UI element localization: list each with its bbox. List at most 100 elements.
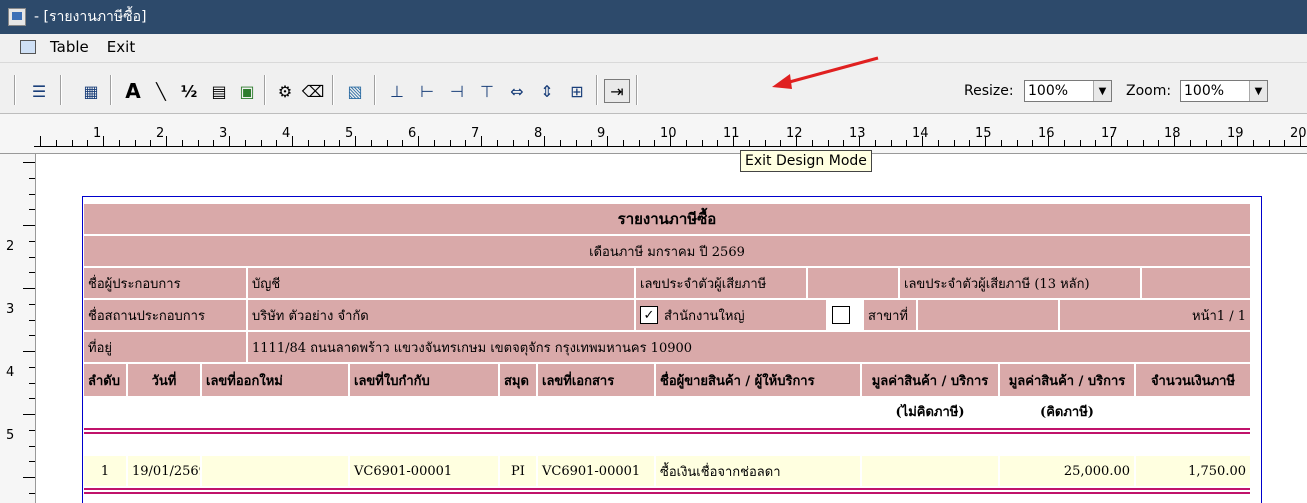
menu-exit[interactable]: Exit — [107, 38, 135, 56]
resize-select[interactable]: 100% ▼ — [1024, 80, 1112, 102]
image-tool-icon[interactable]: ▣ — [234, 79, 260, 103]
toolbar-separator — [110, 75, 112, 105]
row-rule — [84, 488, 1250, 490]
column-header-seq[interactable]: ลำดับ — [84, 364, 126, 396]
ruler-tick — [29, 209, 35, 211]
ruler-number: 17 — [1101, 126, 1118, 141]
design-canvas[interactable]: รายงานภาษีซื้อ เดือนภาษี มกราคม ปี 2569 … — [36, 154, 1307, 503]
taxid-label[interactable]: เลขประจำตัวผู้เสียภาษี — [636, 268, 806, 298]
chevron-down-icon[interactable]: ▼ — [1093, 81, 1111, 101]
ruler-tick — [544, 136, 545, 146]
field-tool-icon[interactable]: ▤ — [206, 79, 232, 103]
ruler-tick — [323, 140, 325, 146]
preview-icon[interactable]: ▧ — [342, 79, 368, 103]
taxid13-value[interactable] — [1142, 268, 1250, 298]
branch-value[interactable] — [918, 300, 1058, 330]
ruler-number: 14 — [912, 126, 929, 141]
report-title[interactable]: รายงานภาษีซื้อ — [84, 204, 1250, 234]
headoffice-checkbox[interactable]: ✓ — [640, 306, 658, 324]
chevron-down-icon[interactable]: ▼ — [1249, 81, 1267, 101]
ruler-number: 2 — [156, 126, 165, 141]
taxid13-label[interactable]: เลขประจำตัวผู้เสียภาษี (13 หลัก) — [900, 268, 1140, 298]
ruler-tick — [40, 136, 41, 146]
headoffice-field[interactable]: ✓ สำนักงานใหญ่ — [636, 300, 826, 330]
ruler-tick — [559, 140, 561, 146]
cell-seq[interactable]: 1 — [84, 456, 126, 486]
column-header-ref-no[interactable]: เลขที่ใบกำกับ — [350, 364, 498, 396]
place-label[interactable]: ชื่อสถานประกอบการ — [84, 300, 246, 330]
align-top-icon[interactable]: ⊥ — [384, 79, 410, 103]
same-height-icon[interactable]: ⇕ — [534, 79, 560, 103]
cell-tax[interactable]: 1,750.00 — [1136, 456, 1250, 486]
ruler-tick — [481, 136, 482, 146]
ruler-tick — [29, 240, 35, 242]
column-header-new-no[interactable]: เลขที่ออกใหม่ — [202, 364, 348, 396]
cell-new-no[interactable] — [202, 456, 348, 486]
vertical-ruler[interactable]: 2 3 4 5 — [0, 154, 36, 503]
column-header-value-noex[interactable]: มูลค่าสินค้า / บริการ — [862, 364, 998, 396]
branch-checkbox-cell[interactable] — [828, 300, 862, 330]
ruler-tick — [685, 140, 687, 146]
same-width-icon[interactable]: ⇔ — [504, 79, 530, 103]
ruler-number: 6 — [408, 126, 417, 141]
fraction-tool-icon[interactable]: ½ — [176, 79, 202, 103]
ruler-number: 10 — [660, 126, 677, 141]
ruler-tick — [1126, 140, 1128, 146]
eraser-icon[interactable]: ⌫ — [300, 79, 326, 103]
column-header-book[interactable]: สมุด — [500, 364, 536, 396]
ruler-tick — [339, 140, 341, 146]
align-bottom-icon[interactable]: ⊤ — [474, 79, 500, 103]
table-grid-icon[interactable]: ▦ — [78, 79, 104, 103]
operator-label[interactable]: ชื่อผู้ประกอบการ — [84, 268, 246, 298]
cell-book[interactable]: PI — [500, 456, 536, 486]
align-right-icon[interactable]: ⊣ — [444, 79, 470, 103]
cell-value-ex[interactable]: 25,000.00 — [1000, 456, 1134, 486]
ruler-tick — [496, 140, 498, 146]
cell-date[interactable]: 19/01/2569 — [128, 456, 200, 486]
ruler-tick — [23, 414, 35, 415]
address-label[interactable]: ที่อยู่ — [84, 332, 246, 362]
exit-design-mode-icon[interactable]: ⇥ — [604, 79, 630, 103]
annotation-arrow — [772, 56, 879, 89]
ruler-tick — [23, 225, 35, 226]
place-value[interactable]: บริษัท ตัวอย่าง จำกัด — [248, 300, 634, 330]
ruler-tick — [638, 140, 640, 146]
column-header-vendor[interactable]: ชื่อผู้ขายสินค้า / ผู้ให้บริการ — [656, 364, 860, 396]
properties-icon[interactable]: ⚙ — [272, 79, 298, 103]
address-value[interactable]: 1111/84 ถนนลาดพร้าว แขวงจันทรเกษม เขตจตุ… — [248, 332, 1250, 362]
column-subheader-value-ex[interactable]: (คิดภาษี) — [1000, 396, 1134, 426]
app-icon — [8, 8, 26, 26]
column-header-value-ex[interactable]: มูลค่าสินค้า / บริการ — [1000, 364, 1134, 396]
align-list-icon[interactable]: ☰ — [26, 79, 52, 103]
column-subheader-value-noex[interactable]: (ไม่คิดภาษี) — [862, 396, 998, 426]
ruler-tick — [150, 140, 152, 146]
ruler-tick — [29, 303, 35, 305]
column-header-tax[interactable]: จำนวนเงินภาษี — [1136, 364, 1250, 396]
cell-value-noex[interactable] — [862, 456, 998, 486]
document-window-icon[interactable] — [20, 40, 36, 54]
operator-value[interactable]: บัญชี — [248, 268, 634, 298]
taxid-value[interactable] — [808, 268, 898, 298]
ruler-tick — [55, 140, 57, 146]
column-header-doc-no[interactable]: เลขที่เอกสาร — [538, 364, 654, 396]
menu-table[interactable]: Table — [50, 38, 89, 56]
text-tool-icon[interactable]: A — [120, 79, 146, 103]
line-tool-icon[interactable]: ╲ — [148, 79, 174, 103]
ruler-tick — [654, 140, 656, 146]
branch-label[interactable]: สาขาที่ — [864, 300, 916, 330]
cell-vendor[interactable]: ซื้อเงินเชื่อจากช่อลดา — [656, 456, 860, 486]
column-header-date[interactable]: วันที่ — [128, 364, 200, 396]
horizontal-ruler[interactable]: 1 2 3 4 5 6 7 8 9 10 11 12 13 14 15 16 17 18 19 20 — [0, 114, 1307, 154]
page-number[interactable]: หน้า1 / 1 — [1060, 300, 1250, 330]
ruler-tick — [748, 140, 750, 146]
ruler-tick — [402, 140, 404, 146]
cell-doc-no[interactable]: VC6901-00001 — [538, 456, 654, 486]
align-left-icon[interactable]: ⊢ — [414, 79, 440, 103]
report-period[interactable]: เดือนภาษี มกราคม ปี 2569 — [84, 236, 1250, 266]
title-bar: - [รายงานภาษีซื้อ] — [0, 0, 1307, 34]
cell-ref-no[interactable]: VC6901-00001 — [350, 456, 498, 486]
same-size-icon[interactable]: ⊞ — [564, 79, 590, 103]
branch-checkbox[interactable] — [832, 306, 850, 324]
zoom-select[interactable]: 100% ▼ — [1180, 80, 1268, 102]
toolbar-separator — [636, 75, 638, 105]
